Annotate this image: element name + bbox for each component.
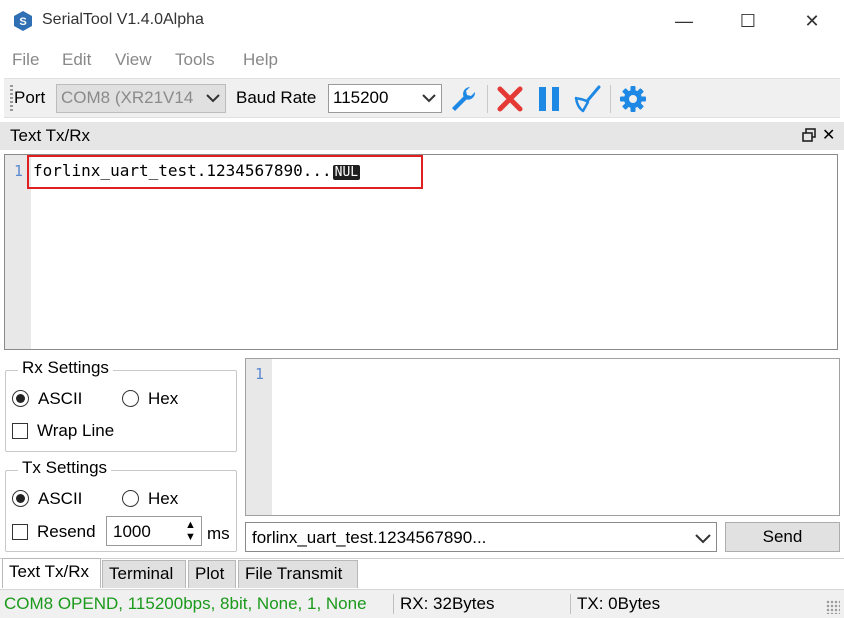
menu-edit[interactable]: Edit [62,50,91,70]
pause-icon[interactable] [534,84,564,114]
disconnect-x-icon[interactable] [495,84,525,114]
wrap-line-label[interactable]: Wrap Line [37,421,114,441]
resend-interval-value: 1000 [113,522,151,541]
toolbar-separator [487,85,488,113]
tx-ascii-label[interactable]: ASCII [38,489,82,509]
port-select-value: COM8 (XR21V14 [61,88,194,107]
tx-settings-title: Tx Settings [18,458,112,478]
menu-tools[interactable]: Tools [175,50,215,70]
receive-text-area[interactable]: 1 forlinx_uart_test.1234567890... NUL [4,154,838,350]
minimize-icon: — [675,10,693,31]
status-separator [570,594,571,614]
tx-ascii-radio[interactable] [12,490,29,507]
connection-status: COM8 OPEND, 115200bps, 8bit, None, 1, No… [4,594,367,613]
resize-grip-icon[interactable] [826,600,840,614]
rx-hex-label[interactable]: Hex [148,389,178,409]
spin-up-icon[interactable]: ▲ [185,519,196,531]
line-number: 1 [14,162,24,180]
minimize-button[interactable]: — [652,0,716,42]
tab-file-transmit[interactable]: File Transmit [238,560,358,588]
dock-title: Text Tx/Rx [10,126,90,145]
maximize-icon: ☐ [739,10,757,31]
chevron-down-icon [205,87,221,109]
interval-unit: ms [207,524,230,543]
toolbar: Port COM8 (XR21V14 Baud Rate 115200 [4,78,840,118]
bottom-tab-bar: Text Tx/Rx Terminal Plot File Transmit [0,558,844,588]
status-bar: COM8 OPEND, 115200bps, 8bit, None, 1, No… [0,589,844,618]
send-history-combo[interactable]: forlinx_uart_test.1234567890... [245,522,717,552]
tx-hex-label[interactable]: Hex [148,489,178,509]
status-separator [393,594,394,614]
menu-view[interactable]: View [115,50,152,70]
tab-text-tx-rx[interactable]: Text Tx/Rx [2,558,101,588]
svg-text:S: S [19,16,26,28]
menu-bar: File Edit View Tools Help [0,44,844,76]
port-select[interactable]: COM8 (XR21V14 [56,84,226,113]
rx-settings-group: Rx Settings ASCII Hex Wrap Line [5,358,237,452]
rx-ascii-label[interactable]: ASCII [38,389,82,409]
tx-byte-count: TX: 0Bytes [577,594,661,613]
tab-plot[interactable]: Plot [188,560,236,588]
close-icon: ✕ [804,10,820,31]
dock-float-icon[interactable] [802,128,816,142]
app-logo-icon: S [14,11,32,31]
baud-rate-label: Baud Rate [236,88,317,107]
rx-byte-count: RX: 32Bytes [400,594,495,613]
transmit-text-area[interactable]: 1 [245,358,840,516]
rx-hex-radio[interactable] [122,390,139,407]
clear-brush-icon[interactable] [572,84,602,114]
port-label: Port [14,88,46,107]
wrench-icon[interactable] [448,84,478,114]
resend-interval-spinbox[interactable]: 1000 ▲ ▼ [106,516,202,546]
window-title: SerialTool V1.4.0Alpha [42,11,204,28]
rx-settings-title: Rx Settings [18,358,113,378]
tx-hex-radio[interactable] [122,490,139,507]
title-bar: S SerialTool V1.4.0Alpha — ☐ ✕ [0,0,844,42]
settings-gear-icon[interactable] [618,84,648,114]
toolbar-grip[interactable] [10,85,13,113]
line-number: 1 [255,365,265,383]
dock-close-icon[interactable]: ✕ [822,125,835,145]
wrap-line-checkbox[interactable] [12,423,28,439]
send-button[interactable]: Send [725,522,840,552]
baud-rate-select[interactable]: 115200 [328,84,442,113]
menu-file[interactable]: File [12,50,39,70]
resend-label[interactable]: Resend [37,522,96,542]
close-button[interactable]: ✕ [780,0,844,42]
toolbar-separator [610,85,611,113]
rx-ascii-radio[interactable] [12,390,29,407]
menu-help[interactable]: Help [243,50,278,70]
highlight-annotation [27,155,423,189]
chevron-down-icon [422,94,436,103]
dock-title-bar: Text Tx/Rx ✕ [0,122,844,150]
resend-checkbox[interactable] [12,524,28,540]
send-history-value: forlinx_uart_test.1234567890... [252,528,487,547]
radio-selected-dot [16,494,25,503]
spin-down-icon[interactable]: ▼ [185,531,196,543]
maximize-button[interactable]: ☐ [716,0,780,42]
radio-selected-dot [16,394,25,403]
baud-rate-value: 115200 [333,88,389,107]
tab-terminal[interactable]: Terminal [102,560,186,588]
chevron-down-icon[interactable] [694,527,712,549]
